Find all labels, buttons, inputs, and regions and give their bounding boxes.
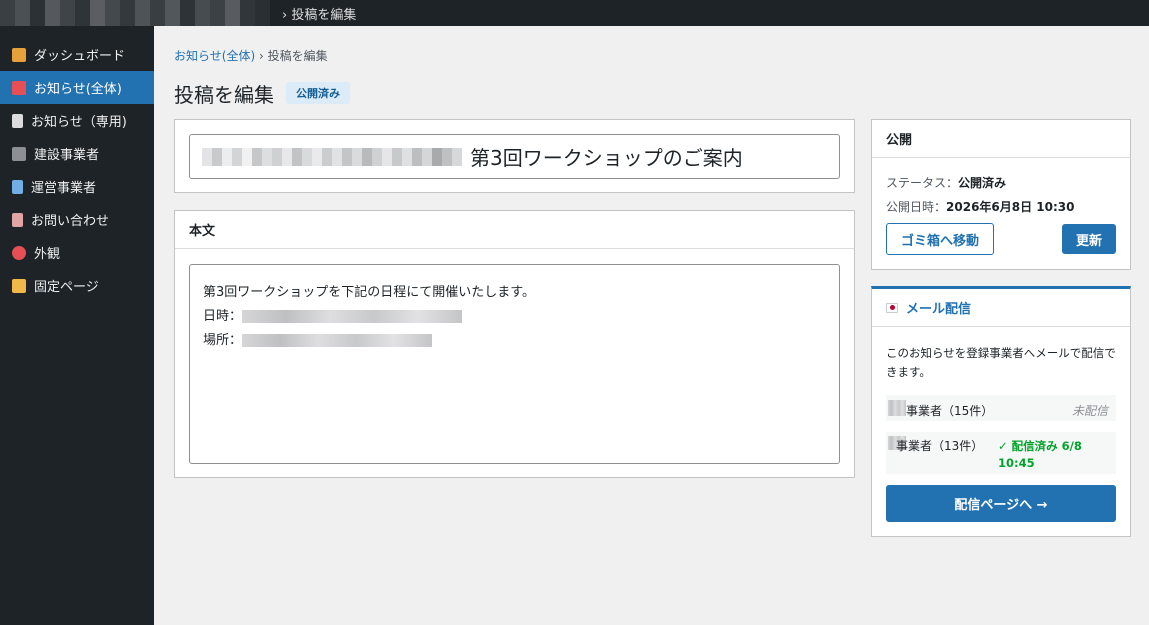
japan-flag-icon <box>886 302 898 313</box>
body-box: 本文 第3回ワークショップを下記の日程にて開催いたします。 日時： 場所： <box>174 210 855 478</box>
distribution-row-state: 未配信 <box>1071 404 1108 418</box>
palette-icon <box>12 245 26 260</box>
construction-icon <box>12 146 26 161</box>
document-icon <box>12 113 23 128</box>
go-to-distribution-page-button[interactable]: 配信ページへ → <box>886 485 1116 522</box>
sidebar-item-label: 建設事業者 <box>34 148 100 163</box>
update-button[interactable]: 更新 <box>1062 224 1116 254</box>
admin-sidebar: ダッシュボード お知らせ(全体) お知らせ（専用) 建設事業者 運営事業者 お問… <box>0 26 154 625</box>
body-editor[interactable]: 第3回ワークショップを下記の日程にて開催いたします。 日時： 場所： <box>189 264 840 464</box>
sidebar-item-inquiry[interactable]: お問い合わせ <box>0 203 154 236</box>
distribution-row-label: 事業者（13件） <box>896 439 984 453</box>
distribution-row: 事業者（15件） 未配信 <box>886 395 1116 421</box>
breadcrumb-separator: › <box>255 49 268 63</box>
sidebar-item-label: ダッシュボード <box>34 49 126 64</box>
distribution-row-label: 事業者（15件） <box>906 404 994 418</box>
page-title: 投稿を編集 <box>174 82 274 107</box>
redacted-site-name <box>0 0 270 26</box>
sidebar-item-appearance[interactable]: 外観 <box>0 236 154 269</box>
building-icon <box>12 179 23 194</box>
publish-date-row: 公開日時：2026年6月8日 10:30 <box>886 198 1075 215</box>
main-content: お知らせ(全体) › 投稿を編集 投稿を編集 公開済み 第3回ワークショップのご… <box>174 26 1131 537</box>
status-badge: 公開済み <box>286 82 350 104</box>
sidebar-item-label: お問い合わせ <box>31 214 110 229</box>
mail-heading-label: メール配信 <box>906 302 972 317</box>
megaphone-icon <box>12 80 26 95</box>
publish-status-row: ステータス：公開済み <box>886 174 1006 191</box>
redacted-date <box>242 310 463 323</box>
body-line-place: 場所： <box>203 329 826 353</box>
sidebar-item-news-private[interactable]: お知らせ（専用) <box>0 104 154 137</box>
clipboard-icon <box>12 212 23 227</box>
mail-distribution-box: メール配信 このお知らせを登録事業者へメールで配信できます。 事業者（15件） … <box>871 286 1131 537</box>
status-label: ステータス： <box>886 176 959 190</box>
sidebar-item-construction[interactable]: 建設事業者 <box>0 137 154 170</box>
title-box: 第3回ワークショップのご案内 <box>174 119 855 193</box>
redacted-group-name <box>888 400 906 416</box>
distribution-row: 事業者（13件） ✓ 配信済み 6/8 10:45 <box>886 432 1116 474</box>
date-value: 2026年6月8日 10:30 <box>946 200 1075 214</box>
sidebar-item-label: 運営事業者 <box>31 181 97 196</box>
redacted-place <box>242 334 433 347</box>
distribution-row-state: ✓ 配信済み 6/8 10:45 <box>998 439 1082 470</box>
sidebar-item-label: お知らせ(全体) <box>34 82 122 97</box>
sidebar-item-label: お知らせ（専用) <box>31 115 127 130</box>
post-title-input[interactable]: 第3回ワークショップのご案内 <box>189 134 840 179</box>
admin-top-bar: › 投稿を編集 <box>0 0 1149 26</box>
sidebar-item-dashboard[interactable]: ダッシュボード <box>0 38 154 71</box>
sidebar-item-label: 固定ページ <box>34 280 99 295</box>
topbar-crumb: › 投稿を編集 <box>282 7 357 23</box>
mail-description: このお知らせを登録事業者へメールで配信できます。 <box>886 346 1116 379</box>
body-line-date: 日時： <box>203 305 826 329</box>
date-label: 日時： <box>203 309 243 324</box>
publish-box: 公開 ステータス：公開済み 公開日時：2026年6月8日 10:30 ゴミ箱へ移… <box>871 119 1131 270</box>
mail-heading: メール配信 <box>872 289 1130 327</box>
sidebar-item-pages[interactable]: 固定ページ <box>0 269 154 302</box>
breadcrumb-current: 投稿を編集 <box>267 49 328 63</box>
status-value: 公開済み <box>958 176 1007 190</box>
home-icon <box>12 47 26 62</box>
post-title-text: 第3回ワークショップのご案内 <box>470 146 743 170</box>
page-header: 投稿を編集 公開済み <box>174 79 1131 107</box>
breadcrumb: お知らせ(全体) › 投稿を編集 <box>174 47 1131 64</box>
body-heading: 本文 <box>175 211 854 249</box>
sidebar-item-operators[interactable]: 運営事業者 <box>0 170 154 203</box>
body-line-1: 第3回ワークショップを下記の日程にて開催いたします。 <box>203 285 535 300</box>
publish-heading: 公開 <box>872 120 1130 158</box>
sidebar-item-label: 外観 <box>34 247 61 262</box>
folder-icon <box>12 278 26 293</box>
place-label: 場所： <box>203 333 243 348</box>
sidebar-item-news-all[interactable]: お知らせ(全体) <box>0 71 154 104</box>
sidebar-menu: ダッシュボード お知らせ(全体) お知らせ（専用) 建設事業者 運営事業者 お問… <box>0 26 154 302</box>
breadcrumb-link[interactable]: お知らせ(全体) <box>174 49 255 63</box>
move-to-trash-button[interactable]: ゴミ箱へ移動 <box>886 223 994 255</box>
redacted-title-prefix <box>202 147 462 166</box>
date-label: 公開日時： <box>886 200 947 214</box>
